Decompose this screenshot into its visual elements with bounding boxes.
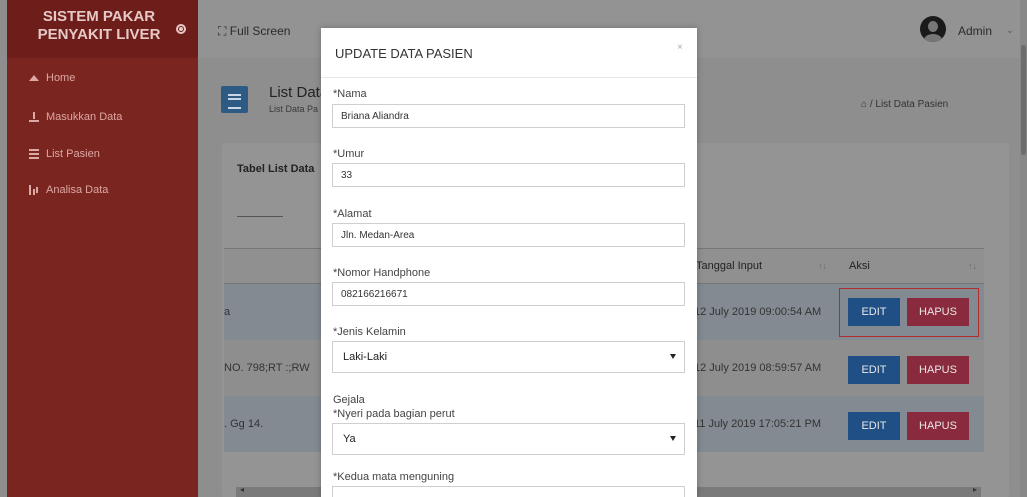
dropdown-arrow-icon [670,354,676,359]
alamat-label: *Alamat [333,208,372,220]
home-icon[interactable]: ⌂ [861,99,867,110]
select-value: Ya [343,433,356,445]
sidebar-item-masukkan-data[interactable]: Masukkan Data [29,108,122,126]
column-header-aksi: Aksi [849,260,870,272]
edit-button[interactable]: EDIT [848,298,900,326]
umur-label: *Umur [333,148,365,160]
sidebar-item-label: List Pasien [46,148,100,160]
nyeri-perut-label: *Nyeri pada bagian perut [333,408,455,420]
sort-icon[interactable]: ↑↓ [968,261,977,271]
list-icon [29,149,39,159]
chevron-down-icon[interactable]: ⌄ [1006,25,1014,36]
column-header-tanggal-input[interactable]: Tanggal Input [696,260,762,272]
expand-icon: ⛶ [218,24,227,38]
mata-menguning-label: *Kedua mata menguning [333,471,455,483]
update-patient-modal: UPDATE DATA PASIEN × *Nama *Umur *Alamat… [321,28,697,497]
sidebar-item-label: Analisa Data [46,184,109,196]
address-cell: . Gg 14. [224,418,264,430]
delete-button[interactable]: HAPUS [907,298,969,326]
avatar[interactable] [920,16,946,42]
user-menu[interactable]: Admin [958,24,992,38]
jenis-kelamin-select[interactable]: Laki-Laki [332,341,685,373]
fullscreen-button[interactable]: ⛶ Full Screen [218,24,290,39]
delete-button[interactable]: HAPUS [907,412,969,440]
upload-icon [29,112,39,122]
date-cell: 12 July 2019 09:00:54 AM [694,306,822,318]
brand-title-line2: PENYAKIT LIVER [37,26,161,43]
edit-button[interactable]: EDIT [848,356,900,384]
select-value: Laki-Laki [343,351,388,363]
scroll-left-icon[interactable]: ◂ [240,485,244,494]
bar-chart-icon [29,185,39,195]
edit-button[interactable]: EDIT [848,412,900,440]
dropdown-arrow-icon [670,436,676,441]
nama-input[interactable] [332,104,685,128]
sidebar-item-analisa-data[interactable]: Analisa Data [29,181,108,199]
home-icon [29,75,39,81]
alamat-input[interactable] [332,223,685,247]
close-icon[interactable]: × [677,42,683,53]
breadcrumb: ⌂ / List Data Pasien [861,99,949,110]
divider [321,77,697,78]
umur-input[interactable] [332,163,685,187]
sidebar-item-home[interactable]: Home [29,69,75,87]
mata-menguning-select[interactable] [332,486,685,497]
address-cell: NO. 798;RT :;RW [224,362,310,374]
page-subtitle: List Data Pa [269,104,319,114]
brand-title: SISTEM PAKAR PENYAKIT LIVER [33,8,165,44]
nomor-handphone-label: *Nomor Handphone [333,267,431,279]
divider [237,216,283,217]
scroll-thumb[interactable] [1021,45,1026,155]
nyeri-perut-select[interactable]: Ya [332,423,685,455]
sidebar-toggle-icon[interactable] [176,24,186,34]
sidebar-item-label: Masukkan Data [46,111,123,123]
gejala-label: Gejala [333,394,365,406]
brand[interactable]: SISTEM PAKAR PENYAKIT LIVER [7,0,198,58]
vertical-scrollbar[interactable] [1020,0,1027,497]
scroll-right-icon[interactable]: ▸ [973,485,977,494]
nomor-handphone-input[interactable] [332,282,685,306]
brand-title-line1: SISTEM PAKAR [42,8,156,25]
page-list-icon [221,86,248,113]
breadcrumb-current: List Data Pasien [875,99,949,110]
nama-label: *Nama [333,88,367,100]
sidebar-item-list-pasien[interactable]: List Pasien [29,145,100,163]
card-title: Tabel List Data [237,163,315,175]
delete-button[interactable]: HAPUS [907,356,969,384]
sort-icon[interactable]: ↑↓ [818,261,827,271]
date-cell: 12 July 2019 08:59:57 AM [694,362,822,374]
page-title: List Data [269,84,329,101]
date-cell: 11 July 2019 17:05:21 PM [694,418,821,430]
modal-title: UPDATE DATA PASIEN [335,46,473,61]
sidebar: SISTEM PAKAR PENYAKIT LIVER Home Masukka… [7,0,198,497]
jenis-kelamin-label: *Jenis Kelamin [333,326,406,338]
sidebar-item-label: Home [46,72,76,84]
address-cell: a [224,306,231,318]
